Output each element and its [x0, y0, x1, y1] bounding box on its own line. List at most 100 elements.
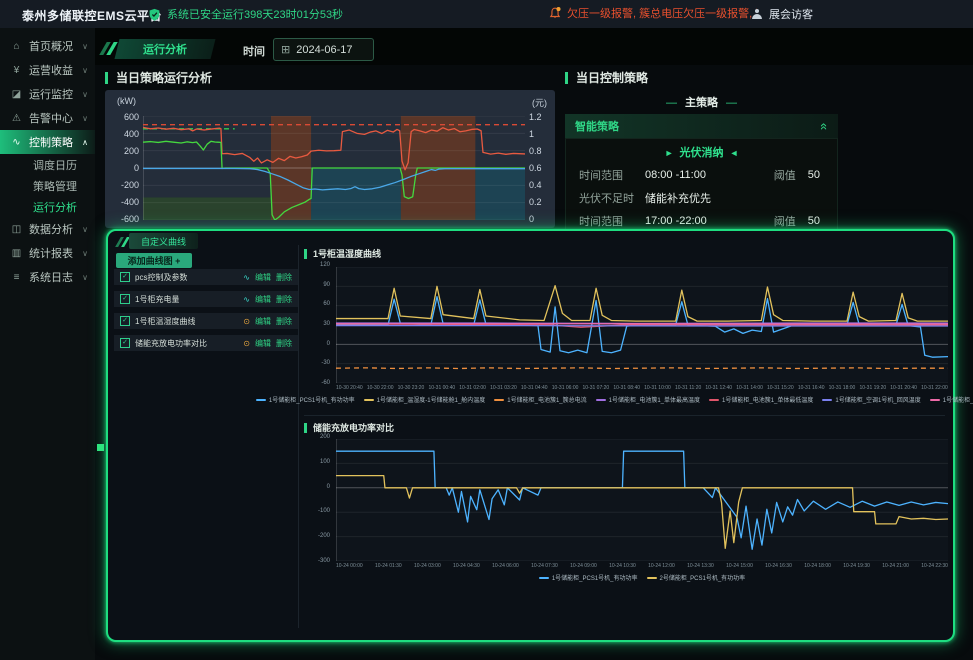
eye-icon[interactable]: ⊙	[243, 339, 250, 348]
title-accent-bar	[105, 72, 108, 84]
edit-button[interactable]: 编辑	[255, 272, 271, 283]
title-accent-bar	[565, 72, 568, 84]
x-tick-label: 10-24 16:30	[765, 563, 792, 569]
tab-run-analysis[interactable]: 运行分析	[115, 39, 216, 59]
smart-strategy-header[interactable]: 智能策略 «	[565, 114, 838, 138]
sidebar-item-系统日志[interactable]: ≡系统日志∨	[0, 265, 95, 289]
user-menu[interactable]: 展会访客	[752, 6, 813, 22]
legend-item[interactable]: 1号储能柜_PCS1号机_有功功率	[539, 573, 638, 582]
y-tick-label: 0.8	[529, 146, 542, 156]
temp-chart-title: 1号柜温湿度曲线	[304, 247, 381, 260]
wave-icon[interactable]: ∿	[243, 273, 250, 282]
add-curve-button[interactable]: 添加曲线图 +	[116, 253, 192, 268]
alarm-ticker[interactable]: 欠压一级报警, 簇总电压欠压一级报警, 簇SO	[548, 5, 757, 21]
modal-title: 自定义曲线	[129, 233, 198, 249]
sidebar: ⌂首页概况∨¥运营收益∨◪运行监控∨⚠告警中心∨∿控制策略∧调度日历策略管理运行…	[0, 28, 95, 660]
app-title: 泰州多储联控EMS云平台	[22, 7, 162, 24]
slash-decoration	[103, 42, 114, 55]
y-axis-left: 6004002000-200-400-600	[109, 112, 139, 224]
legend-item[interactable]: 1号储能柜_电池簇1_簇总电流	[494, 395, 586, 404]
x-tick-label: 10-24 12:00	[648, 563, 675, 569]
legend-swatch	[364, 399, 374, 401]
checkbox[interactable]: ✓	[120, 338, 130, 348]
y-tick-label: -400	[121, 197, 139, 207]
time-label: 时间	[243, 43, 265, 59]
sidebar-item-统计报表[interactable]: ▥统计报表∨	[0, 241, 95, 265]
x-tick-label: 10-24 01:30	[375, 563, 402, 569]
strategy-icon: ∿	[10, 137, 23, 148]
sidebar-subitem-运行分析[interactable]: 运行分析	[0, 196, 95, 217]
legend-swatch	[494, 399, 504, 401]
sidebar-item-运行监控[interactable]: ◪运行监控∨	[0, 82, 95, 106]
legend-item[interactable]: 1号储能柜_PCS1号机_有功功率	[256, 395, 355, 404]
delete-button[interactable]: 删除	[276, 294, 292, 305]
edit-button[interactable]: 编辑	[255, 338, 271, 349]
topbar: 泰州多储联控EMS云平台 系统已安全运行398天23时01分53秒 欠压一级报警…	[0, 0, 973, 28]
home-icon: ⌂	[10, 41, 23, 52]
x-tick-label: 10-31 18:00	[829, 385, 856, 391]
delete-button[interactable]: 删除	[276, 338, 292, 349]
x-tick-label: 10-31 07:20	[583, 385, 610, 391]
sidebar-subitem-策略管理[interactable]: 策略管理	[0, 175, 95, 196]
legend-item[interactable]: 1号储能柜_温湿度-1号储能舱1_舱内温度	[364, 395, 486, 404]
x-tick-label: 10-24 04:30	[453, 563, 480, 569]
plot-area[interactable]	[143, 116, 525, 220]
delete-button[interactable]: 删除	[276, 316, 292, 327]
x-tick-label: 10-24 22:30	[921, 563, 948, 569]
edit-button[interactable]: 编辑	[255, 294, 271, 305]
wave-icon[interactable]: ∿	[243, 295, 250, 304]
x-tick-label: 10-24 13:30	[687, 563, 714, 569]
green-dot-marker	[97, 444, 104, 451]
collapse-chevrons-icon[interactable]: «	[817, 122, 832, 129]
sidebar-subitem-调度日历[interactable]: 调度日历	[0, 154, 95, 175]
y-tick-label: 90	[323, 282, 330, 288]
sidebar-item-运营收益[interactable]: ¥运营收益∨	[0, 58, 95, 82]
power-chart-title: 储能充放电功率对比	[304, 421, 394, 434]
title-accent-bar	[304, 249, 307, 259]
calendar-icon: ⊞	[281, 43, 290, 56]
time-range-row: 时间范围 08:00 -11:00 阈值 50	[579, 167, 824, 183]
legend-swatch	[539, 577, 549, 579]
legend-item[interactable]: 1号储能柜_空调1号机_回风温度	[822, 395, 920, 404]
date-value: 2024-06-17	[296, 44, 352, 56]
sidebar-item-label: 控制策略	[29, 134, 73, 150]
checkbox[interactable]: ✓	[120, 272, 130, 282]
x-axis: 10-30 20:4010-30 22:0010-30 23:2010-31 0…	[336, 385, 948, 391]
chevron-down-icon: ∨	[82, 114, 88, 123]
sidebar-item-数据分析[interactable]: ◫数据分析∨	[0, 217, 95, 241]
legend-item[interactable]: 1号储能柜_电池簇1_单体最高温度	[596, 395, 700, 404]
checkbox[interactable]: ✓	[120, 294, 130, 304]
x-tick-label: 10-24 00:00	[336, 563, 363, 569]
left-arrow-icon: ►	[665, 148, 674, 158]
report-icon: ▥	[10, 248, 23, 259]
curve-list-item[interactable]: ✓1号柜充电量∿编辑删除	[114, 291, 298, 307]
y-tick-label: 30	[323, 321, 330, 327]
delete-button[interactable]: 删除	[276, 272, 292, 283]
sidebar-item-告警中心[interactable]: ⚠告警中心∨	[0, 106, 95, 130]
eye-icon[interactable]: ⊙	[243, 317, 250, 326]
revenue-icon: ¥	[10, 65, 23, 76]
strategy-section-title: 当日策略运行分析	[105, 69, 212, 86]
legend-item[interactable]: 2号储能柜_PCS1号机_有功功率	[647, 573, 746, 582]
y-tick-label: 0	[529, 214, 534, 224]
edit-button[interactable]: 编辑	[255, 316, 271, 327]
y-tick-label: 1.2	[529, 112, 542, 122]
y-tick-label: 1	[529, 129, 534, 139]
sidebar-item-控制策略[interactable]: ∿控制策略∧	[0, 130, 95, 154]
user-label: 展会访客	[769, 6, 813, 22]
y-tick-label: -200	[121, 180, 139, 190]
y-tick-label: -30	[321, 360, 330, 366]
control-section-title: 当日控制策略	[565, 69, 648, 86]
date-picker[interactable]: ⊞ 2024-06-17	[273, 38, 374, 61]
sidebar-item-首页概况[interactable]: ⌂首页概况∨	[0, 34, 95, 58]
y-axis: 2001000-100-200-300	[304, 434, 330, 564]
legend-item[interactable]: 1号储能柜_电池簇1_单体最低温度	[709, 395, 813, 404]
axis-label-yuan: (元)	[532, 96, 547, 109]
plot-area	[336, 267, 948, 383]
curve-list-item[interactable]: ✓储能充放电功率对比⊙编辑删除	[114, 335, 298, 351]
right-arrow-icon: ◄	[730, 148, 739, 158]
y-tick-label: 0	[134, 163, 139, 173]
curve-list-item[interactable]: ✓pcs控制及参数∿编辑删除	[114, 269, 298, 285]
checkbox[interactable]: ✓	[120, 316, 130, 326]
curve-list-item[interactable]: ✓1号柜温湿度曲线⊙编辑删除	[114, 313, 298, 329]
